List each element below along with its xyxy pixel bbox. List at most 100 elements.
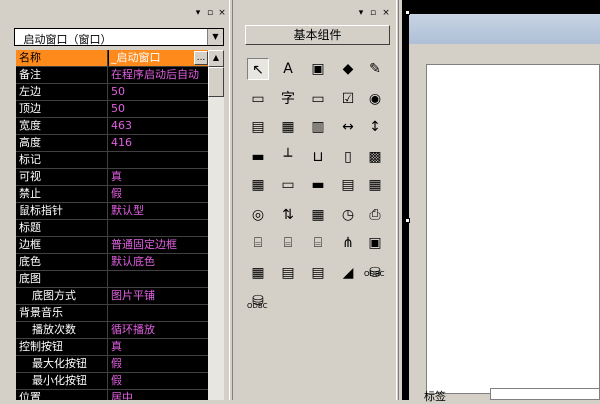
progress-icon[interactable]: ▬: [247, 146, 269, 168]
form-client-area[interactable]: [426, 64, 600, 394]
folder-icon[interactable]: ▬: [307, 174, 329, 196]
client-icon[interactable]: ⌸: [277, 232, 299, 254]
property-value[interactable]: 图片平铺: [109, 288, 208, 304]
property-row[interactable]: 可视真: [16, 169, 208, 186]
property-row[interactable]: 名称 _启动窗口...: [16, 50, 208, 67]
database-icon[interactable]: ▤: [307, 262, 329, 284]
property-row[interactable]: 边框 普通固定边框: [16, 237, 208, 254]
ellipsis-button[interactable]: ...: [194, 51, 208, 65]
label-icon[interactable]: A: [277, 58, 299, 80]
property-row[interactable]: 最大化按钮假: [16, 356, 208, 373]
grid-icon[interactable]: ▦: [247, 174, 269, 196]
property-row[interactable]: 宽度 463: [16, 118, 208, 135]
toolbox-close-button[interactable]: ×: [381, 9, 391, 19]
property-value[interactable]: 普通固定边框: [109, 237, 208, 253]
drawing-board-icon[interactable]: ✎: [364, 58, 386, 80]
checkbox-icon[interactable]: ☑: [337, 88, 359, 110]
property-row[interactable]: 底图方式 图片平铺: [16, 288, 208, 305]
form-window[interactable]: [409, 14, 600, 400]
picture-box-icon[interactable]: ▣: [307, 58, 329, 80]
property-value[interactable]: 50: [109, 101, 208, 117]
richtext-icon[interactable]: ▩: [364, 146, 386, 168]
document-icon[interactable]: ▤: [337, 174, 359, 196]
property-value[interactable]: 假: [109, 356, 208, 372]
property-scrollbar[interactable]: ▲: [208, 50, 224, 400]
property-row[interactable]: 标题: [16, 220, 208, 237]
property-row[interactable]: 底色 默认底色: [16, 254, 208, 271]
clock-icon[interactable]: ▯: [337, 146, 359, 168]
server-icon[interactable]: ⌸: [247, 232, 269, 254]
property-value[interactable]: 假: [109, 373, 208, 389]
property-row[interactable]: 底图: [16, 271, 208, 288]
hscroll-icon[interactable]: ↔: [337, 116, 359, 138]
property-value[interactable]: _启动窗口...: [109, 50, 208, 66]
tab-icon[interactable]: ⊔: [307, 146, 329, 168]
property-value[interactable]: [109, 271, 208, 287]
property-value[interactable]: 463: [109, 118, 208, 134]
chart-icon[interactable]: ◢: [337, 262, 359, 284]
property-value[interactable]: 真: [109, 339, 208, 355]
property-row[interactable]: 顶边 50: [16, 101, 208, 118]
spinner-icon[interactable]: ⇅: [277, 204, 299, 226]
listbox-icon[interactable]: ▦: [277, 116, 299, 138]
property-value[interactable]: 居中: [109, 390, 208, 400]
outline-icon[interactable]: ▤: [277, 262, 299, 284]
calendar-icon[interactable]: ▦: [364, 174, 386, 196]
toolbox-dropdown-button[interactable]: ▾: [356, 9, 366, 19]
object-selector[interactable]: _启动窗口（窗口） ▼: [14, 28, 224, 46]
designer-splitter[interactable]: [396, 0, 399, 400]
pane-dropdown-button[interactable]: ▾: [193, 9, 203, 19]
property-row[interactable]: 高度 416: [16, 135, 208, 152]
property-value[interactable]: 默认底色: [109, 254, 208, 270]
property-row[interactable]: 备注 在程序启动后自动: [16, 67, 208, 84]
scroll-thumb[interactable]: [208, 67, 224, 97]
resize-handle[interactable]: [405, 218, 410, 223]
property-row[interactable]: 禁止假: [16, 186, 208, 203]
property-value[interactable]: [109, 305, 208, 321]
vscroll-icon[interactable]: ↕: [364, 116, 386, 138]
property-value[interactable]: 循环播放: [109, 322, 208, 338]
property-value[interactable]: 默认型: [109, 203, 208, 219]
property-row[interactable]: 播放次数 循环播放: [16, 322, 208, 339]
pane-close-button[interactable]: ×: [217, 9, 227, 19]
text-icon[interactable]: 字: [277, 88, 299, 110]
property-row[interactable]: 控制按钮真: [16, 339, 208, 356]
timer-icon[interactable]: ◷: [337, 204, 359, 226]
property-row[interactable]: 背景音乐: [16, 305, 208, 322]
property-value[interactable]: [109, 152, 208, 168]
checklist-icon[interactable]: ▥: [307, 116, 329, 138]
shape-icon[interactable]: ◆: [337, 58, 359, 80]
toolbox-title[interactable]: 基本组件: [245, 25, 390, 45]
combobox-icon[interactable]: ▤: [247, 116, 269, 138]
pane-splitter[interactable]: [229, 0, 233, 400]
port-icon[interactable]: ⌸: [307, 232, 329, 254]
frame-icon[interactable]: ▦: [247, 262, 269, 284]
toolbox-restore-button[interactable]: ▫: [368, 9, 378, 19]
property-value[interactable]: 真: [109, 169, 208, 185]
groupbox-icon[interactable]: ▭: [247, 88, 269, 110]
property-value[interactable]: 50: [109, 84, 208, 100]
property-row[interactable]: 位置 居中: [16, 390, 208, 400]
label-control[interactable]: 标签: [424, 388, 446, 404]
radio-icon[interactable]: ◉: [364, 88, 386, 110]
property-row[interactable]: 最小化按钮假: [16, 373, 208, 390]
globe-icon[interactable]: ◎: [247, 204, 269, 226]
network-icon[interactable]: ⋔: [337, 232, 359, 254]
property-value[interactable]: 假: [109, 186, 208, 202]
datetime-icon[interactable]: ▦: [307, 204, 329, 226]
pane-restore-button[interactable]: ▫: [205, 9, 215, 19]
pointer-icon[interactable]: ↖: [247, 58, 269, 80]
edit-box-control[interactable]: [490, 388, 600, 400]
property-value[interactable]: 416: [109, 135, 208, 151]
resize-handle[interactable]: [405, 10, 410, 15]
table-icon[interactable]: ▣: [364, 232, 386, 254]
chevron-down-icon[interactable]: ▼: [207, 29, 223, 45]
statusbar-icon[interactable]: ▭: [277, 174, 299, 196]
scroll-up-icon[interactable]: ▲: [208, 50, 224, 67]
button-icon[interactable]: ▭: [307, 88, 329, 110]
property-row[interactable]: 左边 50: [16, 84, 208, 101]
slider-icon[interactable]: ┴: [277, 146, 299, 168]
printer-icon[interactable]: ⎙: [364, 204, 386, 226]
property-value[interactable]: [109, 220, 208, 236]
property-row[interactable]: 标记: [16, 152, 208, 169]
